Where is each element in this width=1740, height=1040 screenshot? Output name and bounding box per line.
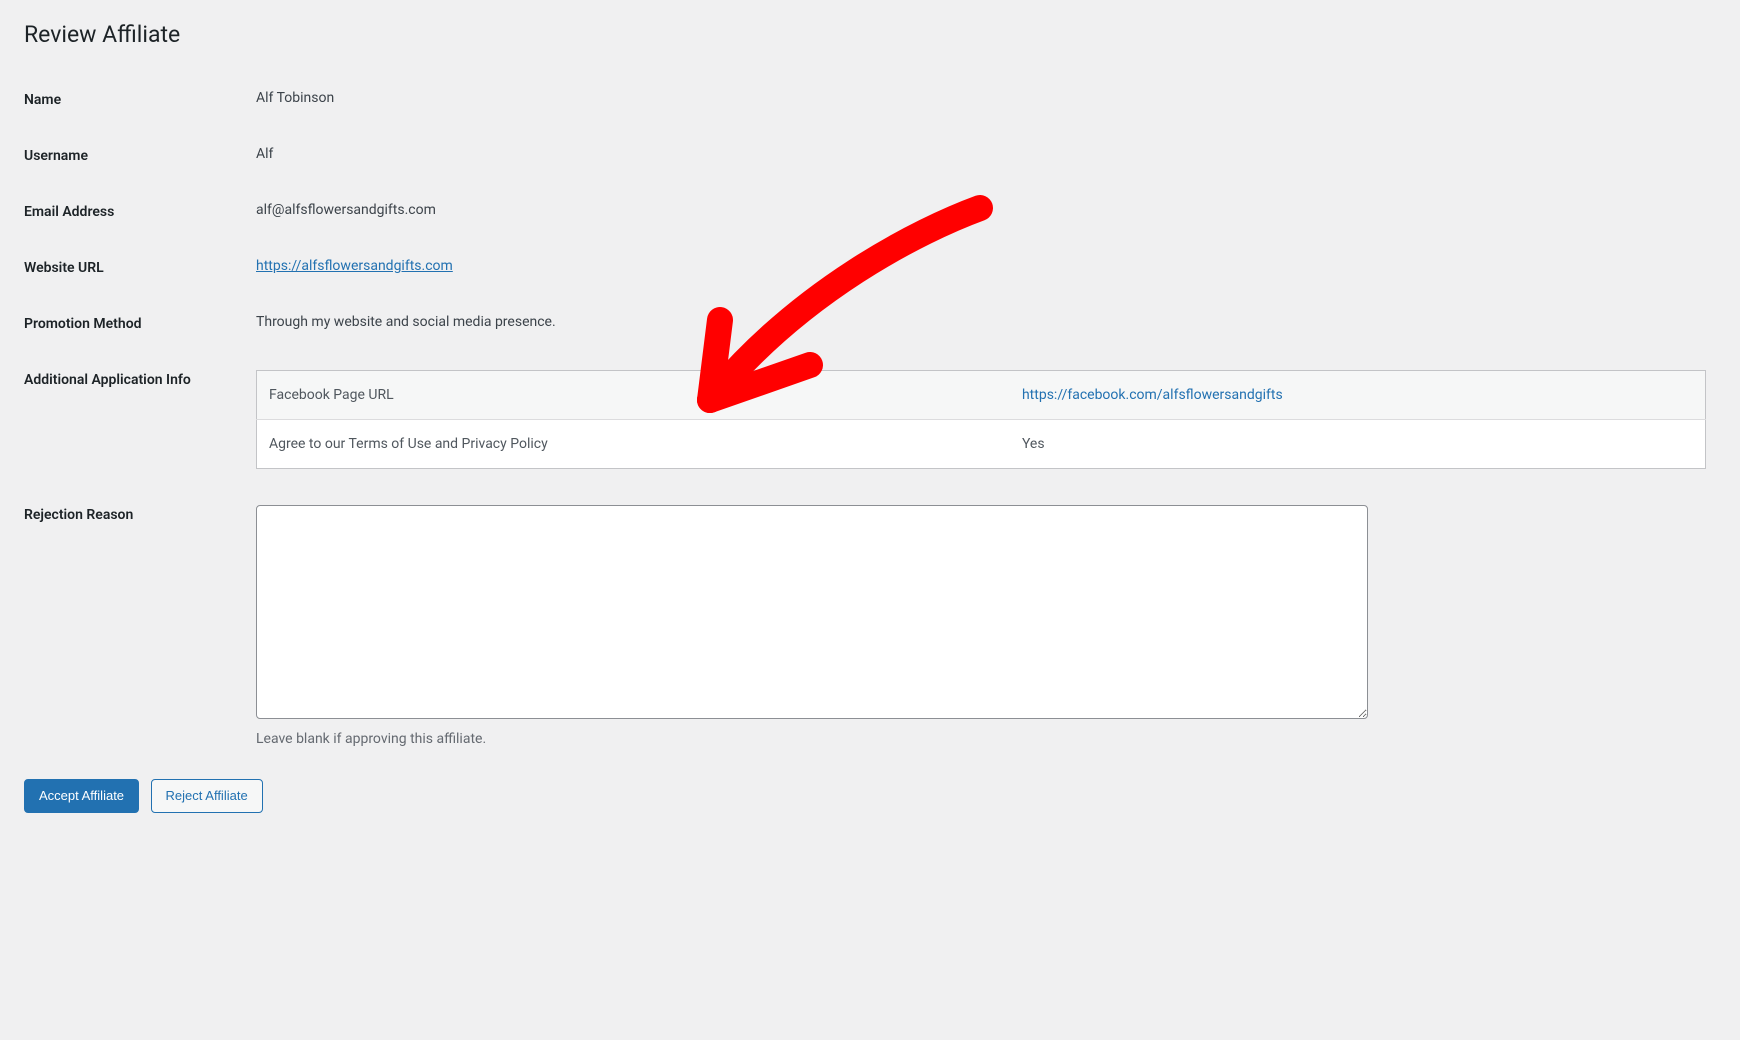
row-promotion: Promotion Method Through my website and … [24,296,1716,352]
value-username: Alf [256,128,1716,184]
row-email: Email Address alf@alfsflowersandgifts.co… [24,184,1716,240]
facebook-link[interactable]: https://facebook.com/alfsflowersandgifts [1022,387,1283,403]
info-label: Agree to our Terms of Use and Privacy Po… [257,420,1010,469]
rejection-hint: Leave blank if approving this affiliate. [256,731,1706,747]
affiliate-form: Name Alf Tobinson Username Alf Email Add… [24,72,1716,765]
row-website: Website URL https://alfsflowersandgifts.… [24,240,1716,296]
label-name: Name [24,72,256,128]
label-website: Website URL [24,240,256,296]
action-buttons: Accept Affiliate Reject Affiliate [24,779,1716,813]
row-additional-info: Additional Application Info Facebook Pag… [24,352,1716,487]
table-row: Agree to our Terms of Use and Privacy Po… [257,420,1706,469]
value-email: alf@alfsflowersandgifts.com [256,184,1716,240]
reject-button[interactable]: Reject Affiliate [151,779,263,813]
label-username: Username [24,128,256,184]
accept-button[interactable]: Accept Affiliate [24,779,139,813]
additional-info-table: Facebook Page URL https://facebook.com/a… [256,370,1706,469]
review-affiliate-page: Review Affiliate Name Alf Tobinson Usern… [0,0,1740,837]
row-name: Name Alf Tobinson [24,72,1716,128]
page-title: Review Affiliate [24,12,1716,52]
table-row: Facebook Page URL https://facebook.com/a… [257,371,1706,420]
value-promotion: Through my website and social media pres… [256,296,1716,352]
info-value: Yes [1010,420,1706,469]
value-name: Alf Tobinson [256,72,1716,128]
info-label: Facebook Page URL [257,371,1010,420]
label-email: Email Address [24,184,256,240]
website-link[interactable]: https://alfsflowersandgifts.com [256,258,453,274]
row-rejection: Rejection Reason Leave blank if approvin… [24,487,1716,765]
label-rejection: Rejection Reason [24,487,256,765]
rejection-reason-input[interactable] [256,505,1368,719]
label-additional: Additional Application Info [24,352,256,487]
row-username: Username Alf [24,128,1716,184]
label-promotion: Promotion Method [24,296,256,352]
